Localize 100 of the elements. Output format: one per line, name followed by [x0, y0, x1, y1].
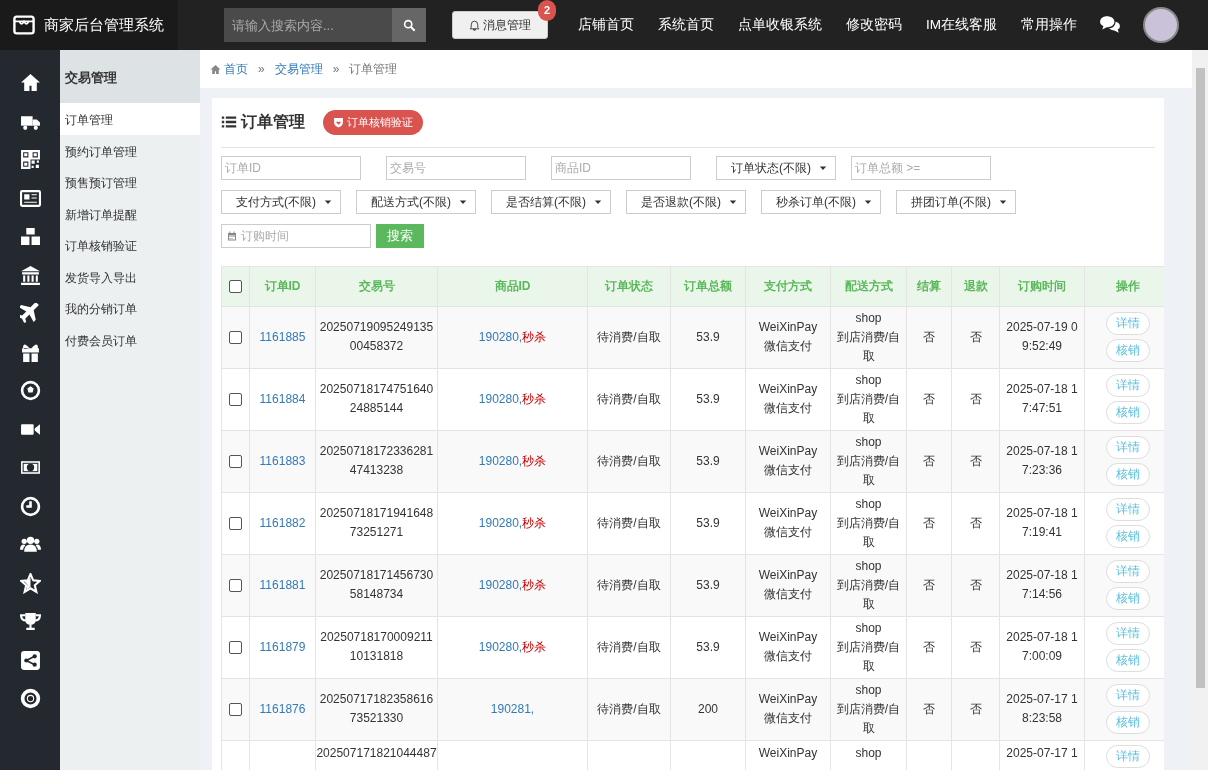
payment-code: WeiXinPay — [757, 319, 819, 336]
order-id-link[interactable]: 1161885 — [259, 329, 306, 344]
order-total: 200 — [698, 701, 718, 716]
order-time: 2025-07-18 17:00:09 — [1006, 630, 1078, 663]
breadcrumb-link[interactable]: 首页 — [224, 60, 248, 78]
order-id-link[interactable]: 1161876 — [259, 701, 306, 716]
filter-dropdown[interactable]: 拼团订单(不限) — [896, 189, 1016, 214]
order-status: 待消费/自取 — [597, 329, 661, 344]
order-time: 2025-07-18 17:14:56 — [1006, 568, 1078, 601]
order-status: 待消费/自取 — [597, 639, 661, 654]
date-field[interactable]: 订购时间 — [221, 223, 371, 248]
delivery-code: shop — [854, 619, 883, 637]
payment-method: 微信支付 — [763, 648, 813, 665]
refunded-value: 否 — [969, 391, 982, 406]
payment-code: WeiXinPay — [757, 567, 819, 584]
settled-value: 否 — [923, 453, 935, 468]
settled-value: 否 — [923, 701, 935, 716]
submenu-item[interactable]: 新增订单提醒 — [60, 197, 200, 229]
product-id-link[interactable]: 190280, — [478, 453, 523, 468]
order-id-link[interactable]: 1161879 — [259, 639, 306, 654]
filter-dropdown[interactable]: 支付方式(不限) — [221, 189, 341, 214]
delivery-code: shop — [854, 557, 883, 575]
nav-link[interactable]: 修改密码 — [834, 14, 914, 36]
flash-sale-tag: 秒杀 — [522, 329, 547, 344]
order-time: 2025-07-18 17:47:51 — [1006, 382, 1078, 415]
nav-link[interactable]: 店铺首页 — [566, 14, 646, 36]
payment-code: WeiXinPay — [757, 629, 819, 646]
filter-field[interactable]: 订单总额 >= — [851, 155, 991, 180]
delivery-method: 到店消费/自取 — [835, 576, 902, 613]
filter-field[interactable]: 订单ID — [221, 155, 361, 180]
breadcrumb-separator: » — [332, 61, 340, 78]
column-header: 商品ID — [494, 279, 531, 293]
order-time: 2025-07-18 17:19:41 — [1006, 506, 1078, 539]
product-id-link[interactable]: 190280, — [478, 639, 523, 654]
trade-number: 2025071718235861673521330 — [319, 692, 434, 725]
payment-method: 微信支付 — [763, 524, 813, 541]
column-header: 结算 — [917, 279, 941, 293]
count-badge: 2 — [537, 0, 556, 21]
column-header: 配送方式 — [844, 279, 893, 293]
breadcrumb-current: 订单管理 — [349, 61, 398, 78]
order-total: 53.9 — [696, 639, 720, 654]
nav-link[interactable]: 常用操作 — [1009, 14, 1089, 36]
filter-field[interactable]: 交易号 — [386, 155, 526, 180]
submenu-item[interactable]: 付费会员订单 — [60, 323, 200, 355]
delivery-code: shop — [854, 433, 883, 451]
column-header: 操作 — [1116, 279, 1140, 293]
filter-dropdown[interactable]: 订单状态(不限) — [716, 155, 836, 180]
filter-dropdown[interactable]: 配送方式(不限) — [356, 189, 476, 214]
filter-dropdown[interactable]: 是否结算(不限) — [491, 189, 611, 214]
filter-dropdown[interactable]: 秒杀订单(不限) — [761, 189, 881, 214]
submenu-item[interactable]: 订单管理 — [60, 103, 200, 135]
order-id-link[interactable]: 1161882 — [259, 515, 306, 530]
column-header: 订购时间 — [1018, 279, 1066, 293]
order-id-link[interactable]: 1161883 — [259, 453, 306, 468]
nav-link[interactable]: IM在线客服 — [914, 14, 1009, 36]
payment-code: WeiXinPay — [758, 745, 818, 760]
product-id-link[interactable]: 190280, — [478, 391, 523, 406]
trade-number: 2025071817000921110131818 — [320, 630, 433, 663]
column-header: 交易号 — [358, 279, 395, 293]
filter-dropdown[interactable]: 是否退款(不限) — [626, 189, 746, 214]
delivery-method: 到店消费/自取 — [835, 638, 902, 675]
submenu-item[interactable]: 订单核销验证 — [60, 229, 200, 261]
flash-sale-tag: 秒杀 — [522, 453, 547, 468]
payment-code: WeiXinPay — [757, 381, 819, 398]
payment-code: WeiXinPay — [757, 691, 819, 708]
search-button[interactable]: 搜索 — [376, 223, 424, 248]
payment-method: 微信支付 — [763, 586, 813, 603]
settled-value: 否 — [923, 329, 935, 344]
refunded-value: 否 — [969, 453, 982, 468]
order-time: 2025-07-17 1 — [1006, 745, 1078, 760]
filter-field[interactable]: 商品ID — [551, 155, 691, 180]
search-field[interactable]: 请输入搜索内容... — [224, 8, 392, 42]
submenu-item[interactable]: 我的分销订单 — [60, 292, 200, 324]
product-id-link[interactable]: 190280, — [478, 329, 523, 344]
verify-button[interactable]: 订单核销验证 — [323, 110, 423, 135]
order-id-link[interactable]: 1161884 — [259, 391, 306, 406]
submenu-title: 交易管理 — [60, 50, 200, 103]
trade-number: 2025071817233628147413238 — [319, 444, 434, 477]
product-id-link[interactable]: 190280, — [478, 515, 523, 530]
order-id-link[interactable]: 1161881 — [259, 577, 306, 592]
payment-method: 微信支付 — [763, 710, 813, 727]
delivery-method: 到店消费/自取 — [835, 700, 902, 737]
nav-link[interactable]: 点单收银系统 — [726, 14, 834, 36]
order-total: 53.9 — [696, 391, 720, 406]
settled-value: 否 — [923, 577, 935, 592]
submenu-item[interactable]: 预售预订管理 — [60, 166, 200, 198]
product-id-link[interactable]: 190280, — [478, 577, 523, 592]
column-header: 订单总额 — [684, 279, 732, 293]
breadcrumb-link[interactable]: 交易管理 — [274, 60, 323, 78]
nav-link[interactable]: 系统首页 — [646, 14, 726, 36]
delivery-code: shop — [854, 495, 883, 513]
product-id-link[interactable]: 190281, — [490, 701, 535, 716]
order-status: 待消费/自取 — [597, 453, 661, 468]
submenu-item[interactable]: 预约订单管理 — [60, 134, 200, 166]
payment-code: WeiXinPay — [757, 505, 819, 522]
order-total: 53.9 — [696, 329, 720, 344]
order-status: 待消费/自取 — [597, 391, 661, 406]
order-total: 53.9 — [696, 515, 720, 530]
flash-sale-tag: 秒杀 — [522, 515, 547, 530]
submenu-item[interactable]: 发货导入导出 — [60, 260, 200, 292]
